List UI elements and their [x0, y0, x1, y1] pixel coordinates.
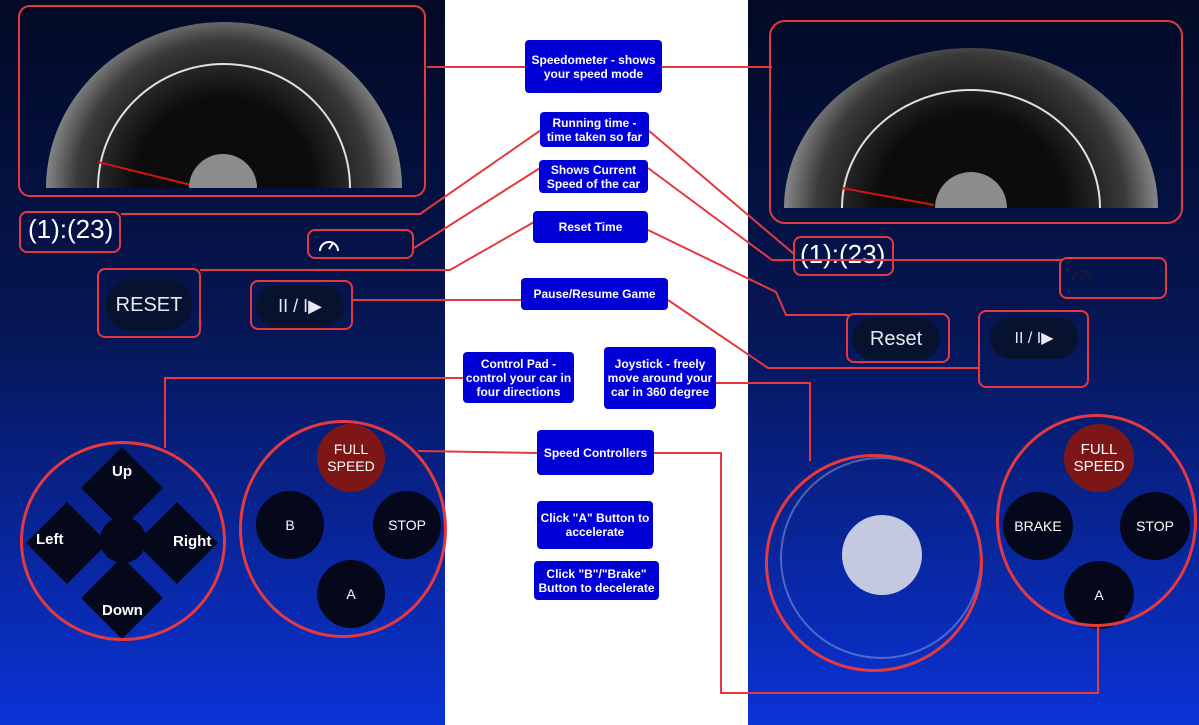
- control-pad-highlight: [20, 441, 226, 641]
- annotation-reset-time: Reset Time: [533, 211, 648, 243]
- speedometer-highlight-right: [769, 20, 1183, 224]
- annotation-pause-resume: Pause/Resume Game: [521, 278, 668, 310]
- timer-highlight-left: [19, 211, 121, 253]
- reset-highlight-right: [846, 313, 950, 363]
- reset-highlight-left: [97, 268, 201, 338]
- annotation-running-time: Running time - time taken so far: [540, 112, 649, 147]
- annotation-current-speed: Shows Current Speed of the car: [539, 160, 648, 193]
- annotation-speedometer: Speedometer - shows your speed mode: [525, 40, 662, 93]
- speed-controllers-highlight-right: [996, 414, 1197, 627]
- speedometer-highlight-left: [18, 5, 426, 197]
- speed-controllers-highlight-left: [239, 420, 447, 638]
- speed-display-highlight-right: [1059, 257, 1167, 299]
- annotation-click-b: Click "B"/"Brake" Button to decelerate: [534, 561, 659, 600]
- pause-highlight-left: [250, 280, 353, 330]
- speed-display-highlight-left: [307, 229, 414, 259]
- annotation-click-a: Click "A" Button to accelerate: [537, 501, 653, 549]
- annotation-control-pad: Control Pad - control your car in four d…: [463, 352, 574, 403]
- joystick-highlight: [765, 454, 983, 672]
- annotation-speed-controllers: Speed Controllers: [537, 430, 654, 475]
- timer-highlight-right: [793, 236, 894, 276]
- annotation-joystick: Joystick - freely move around your car i…: [604, 347, 716, 409]
- pause-highlight-right: [978, 310, 1089, 388]
